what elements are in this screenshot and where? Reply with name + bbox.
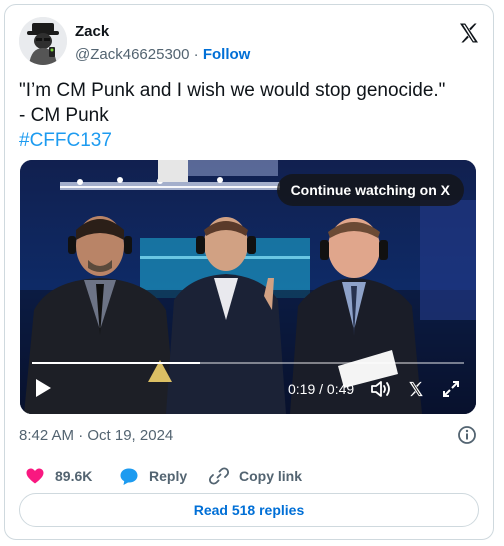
tweet-text: "I’m CM Punk and I wish we would stop ge… (19, 78, 483, 153)
x-logo-icon[interactable] (457, 21, 481, 45)
copy-link-button[interactable]: Copy link (208, 465, 319, 487)
video-time-total: 0:49 (326, 381, 355, 397)
info-icon[interactable] (457, 425, 477, 445)
volume-icon[interactable] (370, 379, 392, 399)
tweet-card: Zack @Zack46625300 · Follow "I’m CM Punk… (4, 4, 494, 540)
video-progress-fill (32, 362, 200, 364)
hashtag-link[interactable]: #CFFC137 (19, 128, 483, 153)
video-time-current: 0:19 (288, 381, 316, 397)
tweet-attribution-line: - CM Punk (19, 105, 109, 126)
play-icon[interactable] (34, 378, 52, 398)
avatar[interactable] (19, 17, 67, 65)
like-count: 89.6K (55, 468, 93, 484)
video-player[interactable]: Continue watching on X 0:19 / 0:49 (20, 160, 476, 414)
author-name[interactable]: Zack (75, 23, 109, 40)
tweet-meta: 8:42 AM · Oct 19, 2024 (19, 425, 483, 445)
author-handle[interactable]: @Zack46625300 (75, 46, 189, 63)
reply-bubble-icon (119, 466, 139, 486)
read-replies-button[interactable]: Read 518 replies (19, 493, 479, 527)
copy-link-label: Copy link (239, 468, 303, 484)
tweet-header: Zack @Zack46625300 · Follow (19, 15, 483, 67)
reply-label: Reply (149, 468, 188, 484)
video-time: 0:19 / 0:49 (288, 381, 354, 397)
reply-button[interactable]: Reply (119, 465, 199, 487)
like-button[interactable]: 89.6K (25, 465, 115, 487)
heart-icon (25, 466, 45, 486)
tweet-actions: 89.6K Reply Copy link (19, 465, 483, 487)
tweet-quote-line: "I’m CM Punk and I wish we would stop ge… (19, 80, 446, 101)
author-handle-row: @Zack46625300 · Follow (75, 46, 250, 63)
x-watermark-icon[interactable] (407, 380, 425, 398)
avatar-image (19, 17, 67, 65)
handle-separator: · (193, 46, 199, 63)
video-time-separator: / (315, 381, 327, 397)
fullscreen-icon[interactable] (441, 379, 461, 399)
follow-button[interactable]: Follow (203, 46, 251, 63)
video-progress-bar[interactable] (32, 362, 464, 364)
link-icon (208, 466, 230, 486)
continue-watching-button[interactable]: Continue watching on X (276, 174, 464, 206)
tweet-timestamp[interactable]: 8:42 AM · Oct 19, 2024 (19, 427, 173, 444)
